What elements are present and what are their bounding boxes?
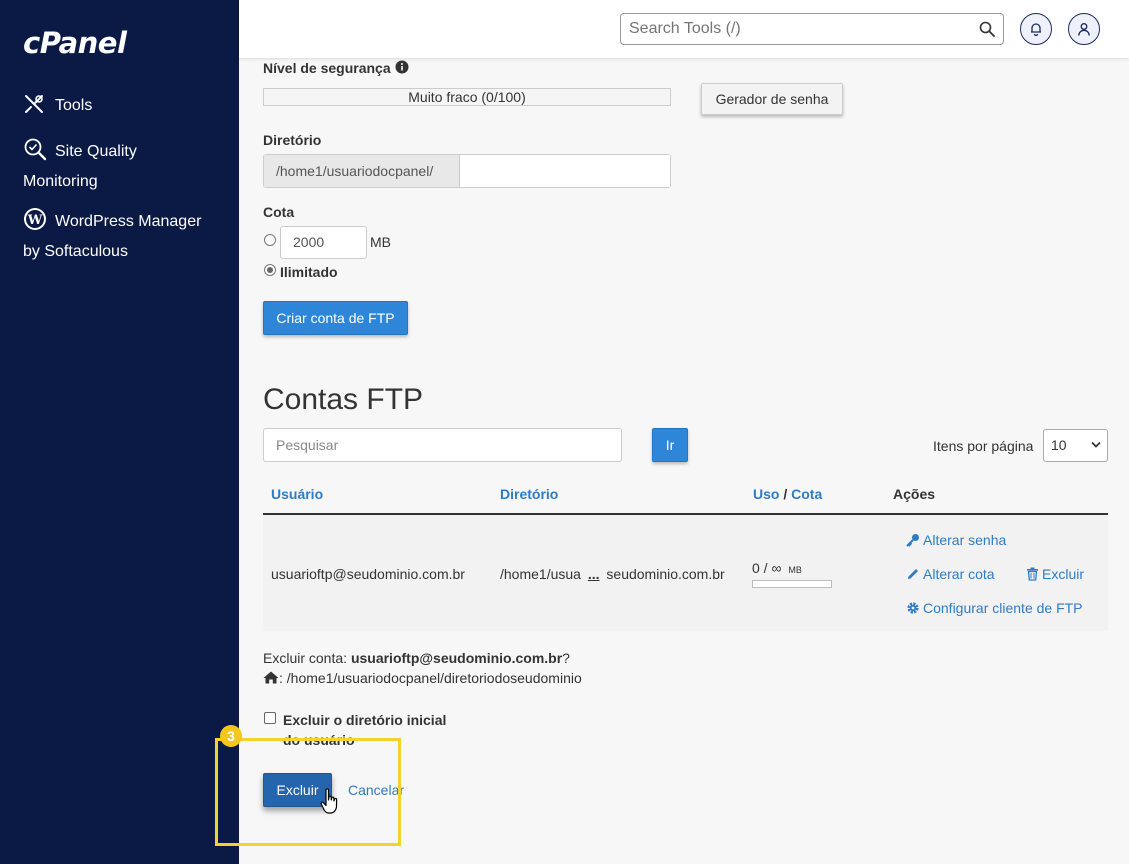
go-button[interactable]: Ir	[652, 428, 688, 462]
home-icon	[263, 671, 279, 684]
security-level-label: Nível de segurança	[263, 60, 409, 76]
key-icon	[906, 534, 919, 547]
search-tools-box[interactable]	[620, 13, 1004, 45]
delete-account-name: usuarioftp@seudominio.com.br	[350, 650, 563, 666]
annotation-highlight-box	[215, 738, 401, 846]
items-per-page-select[interactable]: 10	[1043, 429, 1108, 462]
sidebar-item-tools[interactable]: Tools	[23, 91, 223, 121]
sidebar: cPanel Tools Site Quality Monitoring W W…	[0, 0, 239, 864]
sidebar-item-label: by Softaculous	[23, 243, 128, 260]
change-quota-link[interactable]: Alterar cota	[906, 566, 995, 582]
usage-progress-bar	[752, 580, 832, 588]
quota-unit: MB	[370, 234, 391, 250]
row-usage: 0 / ∞ MB	[752, 560, 802, 576]
delete-home-path: : /home1/usuariodocpanel/diretoriodoseud…	[263, 670, 582, 686]
directory-field-group: /home1/usuariodocpanel/	[263, 154, 671, 188]
delete-home-dir-checkbox[interactable]	[264, 712, 276, 724]
password-strength-meter: Muito fraco (0/100)	[263, 88, 671, 106]
search-tools-input[interactable]	[621, 14, 961, 44]
tools-icon	[23, 93, 47, 117]
sidebar-item-label: WordPress Manager	[55, 213, 202, 230]
directory-prefix: /home1/usuariodocpanel/	[264, 155, 460, 187]
gear-icon	[907, 602, 919, 614]
pencil-icon	[908, 569, 918, 579]
unlimited-label: Ilimitado	[280, 264, 338, 280]
delete-account-link[interactable]: Excluir	[1026, 566, 1084, 582]
quota-input[interactable]: 2000	[280, 226, 367, 259]
row-directory: /home1/usua ... seudominio.com.br	[500, 566, 725, 582]
directory-input[interactable]	[461, 155, 670, 187]
info-icon[interactable]	[395, 60, 409, 74]
step-badge: 3	[220, 725, 242, 747]
bell-icon	[1031, 23, 1041, 36]
top-header	[239, 0, 1129, 58]
directory-expand-link[interactable]: ...	[588, 566, 600, 582]
notifications-button[interactable]	[1020, 13, 1052, 45]
search-icon[interactable]	[979, 21, 995, 37]
user-icon	[1078, 23, 1090, 36]
sidebar-item-site-quality[interactable]: Site Quality Monitoring	[23, 137, 223, 197]
change-password-link[interactable]: Alterar senha	[906, 532, 1006, 548]
magnifier-check-icon	[23, 137, 47, 161]
svg-text:W: W	[27, 213, 43, 228]
ftp-accounts-heading: Contas FTP	[263, 383, 424, 416]
column-actions: Ações	[893, 486, 936, 502]
user-menu-button[interactable]	[1068, 13, 1100, 45]
column-directory[interactable]: Diretório	[500, 486, 558, 502]
column-user[interactable]: Usuário	[271, 486, 323, 502]
quota-unlimited-radio[interactable]	[264, 264, 276, 276]
directory-label: Diretório	[263, 132, 322, 148]
ftp-search-input[interactable]: Pesquisar	[263, 428, 622, 462]
row-user: usuarioftp@seudominio.com.br	[271, 566, 465, 582]
password-generator-button[interactable]: Gerador de senha	[701, 83, 843, 115]
sidebar-item-label: Tools	[55, 97, 93, 114]
items-per-page-label: Itens por página	[933, 438, 1034, 454]
sidebar-item-label: Site Quality	[55, 143, 137, 160]
column-quota[interactable]: Cota	[791, 486, 822, 502]
quota-limited-radio[interactable]	[264, 234, 276, 246]
column-separator: /	[783, 486, 788, 502]
sidebar-item-wordpress-manager[interactable]: W WordPress Manager by Softaculous	[23, 207, 223, 267]
column-usage[interactable]: Uso	[753, 486, 779, 502]
column-usage-quota: Uso / Cota	[753, 486, 822, 502]
trash-icon	[1027, 567, 1038, 581]
quota-label: Cota	[263, 204, 295, 220]
create-ftp-account-button[interactable]: Criar conta de FTP	[263, 301, 408, 335]
cpanel-logo[interactable]: cPanel	[23, 26, 127, 60]
wordpress-icon: W	[23, 207, 47, 231]
chevron-down-icon	[1091, 441, 1101, 448]
sidebar-item-label: Monitoring	[23, 173, 98, 190]
delete-confirm-prompt: Excluir conta: usuarioftp@seudominio.com…	[263, 650, 570, 666]
configure-ftp-client-link[interactable]: Configurar cliente de FTP	[906, 600, 1083, 616]
